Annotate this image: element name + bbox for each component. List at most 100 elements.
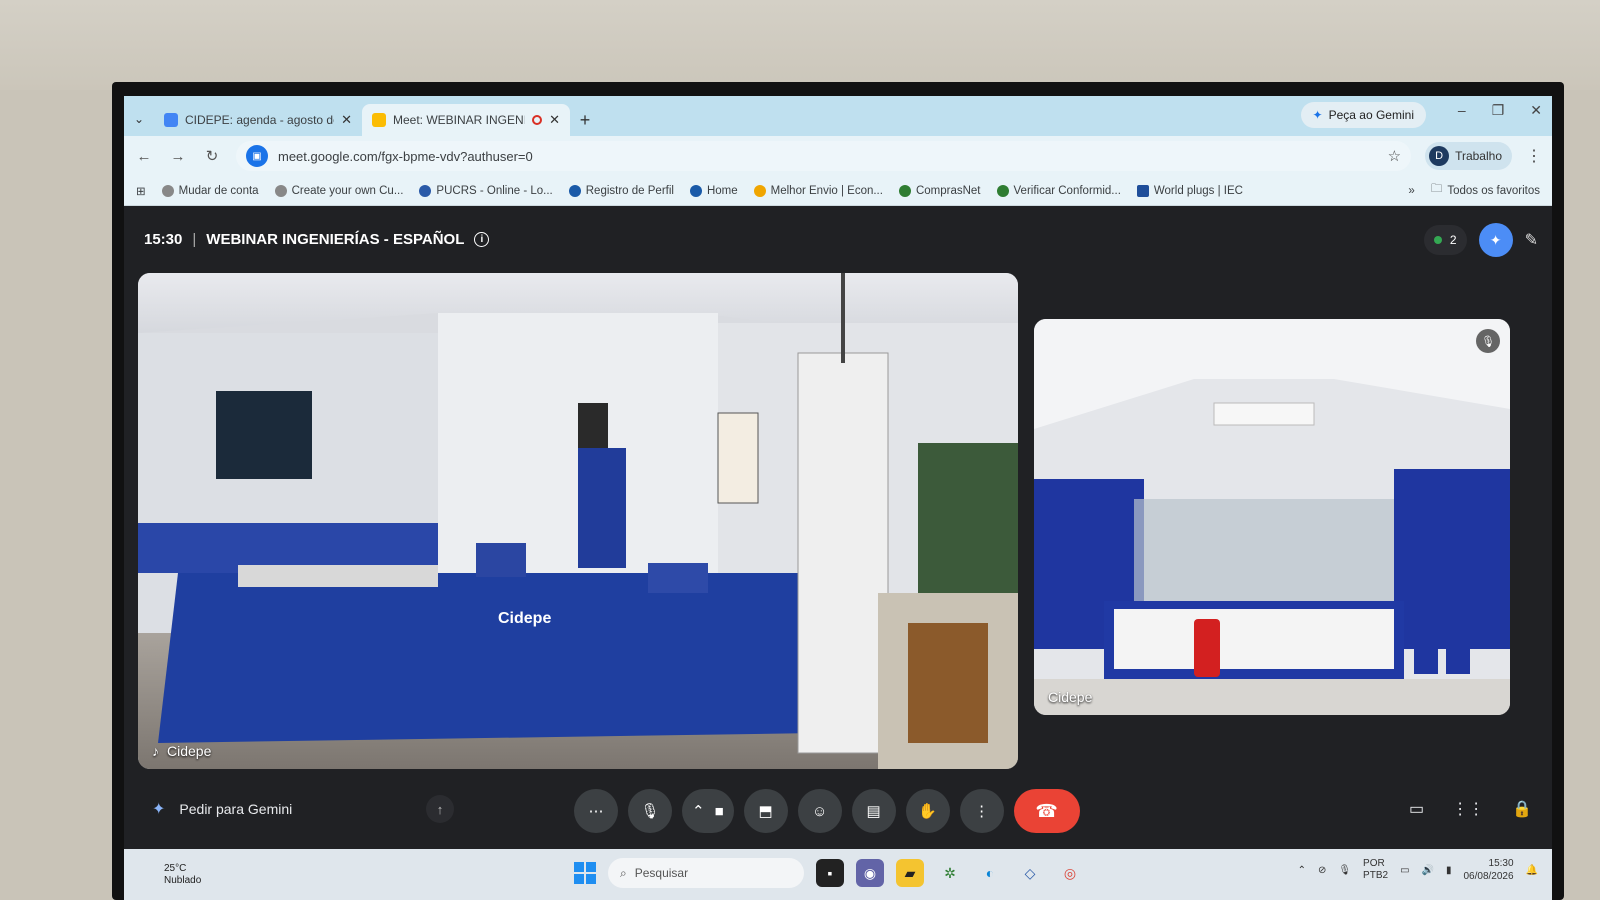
bookmark-item[interactable]: Create your own Cu... <box>274 184 403 197</box>
wind-tunnel-video-feed <box>1034 319 1510 715</box>
windows-start-icon[interactable] <box>574 862 596 884</box>
all-favorites-button[interactable]: 🗀 Todos os favoritos <box>1431 181 1540 200</box>
bookmark-item[interactable]: Home <box>689 184 738 197</box>
participant-name: Cidepe <box>167 743 212 759</box>
app-tree-icon[interactable]: ✲ <box>936 859 964 887</box>
chevron-up-icon: ⌃ <box>692 803 705 820</box>
microphone-button[interactable]: 🎙 <box>628 789 672 833</box>
folder-icon: 🗀 <box>1430 183 1443 195</box>
mic-tray-icon[interactable]: 🎙 <box>1338 865 1351 876</box>
call-controls: ⋯ 🎙 ⌃ ■ ⬒ ☺ ▤ ✋ ⋮ ☎ <box>574 789 1080 833</box>
display-icon[interactable]: ▭ <box>1400 865 1409 876</box>
back-arrow-icon[interactable]: ← <box>134 148 154 165</box>
bookmark-item[interactable]: Melhor Envio | Econ... <box>753 184 883 197</box>
taskbar-clock[interactable]: 15:30 06/08/2026 <box>1463 857 1513 883</box>
tab-search-icon[interactable]: ⌄ <box>124 102 154 136</box>
search-icon: ⌕ <box>620 865 627 880</box>
diamond-icon <box>568 184 581 197</box>
kebab-icon: ⋮ <box>974 803 990 820</box>
more-audio-options-button[interactable]: ⋯ <box>574 789 618 833</box>
bookmark-item[interactable]: Registro de Perfil <box>568 184 674 197</box>
tab-strip: ⌄ CIDEPE: agenda - agosto de 20 ✕ Meet: … <box>124 96 1552 136</box>
more-bookmarks-button[interactable]: » <box>1408 185 1414 197</box>
leave-call-button[interactable]: ☎ <box>1013 789 1080 833</box>
bookmark-item[interactable]: PUCRS - Online - Lo... <box>419 184 553 197</box>
show-hidden-icons-icon[interactable]: ⌃ <box>1298 865 1306 876</box>
bookmark-item[interactable]: Mudar de conta <box>161 184 259 197</box>
emoji-reaction-button[interactable]: ☺ <box>797 789 842 833</box>
forward-arrow-icon[interactable]: → <box>168 148 188 165</box>
bookmark-label: Home <box>706 184 738 197</box>
tab-meet-webinar[interactable]: Meet: WEBINAR INGENIERÍ ✕ <box>362 104 570 136</box>
title-separator: | <box>192 231 197 248</box>
task-view-icon[interactable]: ▪ <box>816 859 844 887</box>
participant-name: Cidepe <box>1048 689 1093 705</box>
ask-gemini-prompt[interactable]: ✦ Pedir para Gemini <box>152 799 292 819</box>
url-text: meet.google.com/fgx-bpme-vdv?authuser=0 <box>278 148 533 164</box>
browser-menu-icon[interactable]: ⋮ <box>1526 146 1542 166</box>
bookmark-item[interactable]: Verificar Conformid... <box>996 184 1121 197</box>
diamond-app-icon[interactable]: ◇ <box>1016 859 1044 887</box>
close-tab-icon[interactable]: ✕ <box>549 112 560 128</box>
meet-favicon-icon <box>372 113 386 127</box>
close-tab-icon[interactable]: ✕ <box>341 112 352 128</box>
emoji-icon: ☺ <box>811 802 828 820</box>
chat-icon[interactable]: ▭ <box>1409 799 1424 819</box>
gemini-notes-button[interactable]: ✦ <box>1478 223 1513 257</box>
ask-gemini-text: Pedir para Gemini <box>179 801 293 817</box>
ask-gemini-button[interactable]: ✦ Peça ao Gemini <box>1300 102 1426 128</box>
side-video-tile[interactable]: 🎙 Cidepe <box>1034 319 1510 715</box>
main-tile-name: ♪ Cidepe <box>152 743 211 759</box>
raise-hand-button[interactable]: ✋ <box>905 789 950 833</box>
lang-bottom: PTB2 <box>1363 870 1389 881</box>
minimize-icon[interactable]: – <box>1458 102 1466 119</box>
url-field[interactable]: ▣ meet.google.com/fgx-bpme-vdv?authuser=… <box>236 141 1412 171</box>
main-video-tile[interactable]: Cidepe ♪ Cidepe <box>138 273 1018 769</box>
activities-grid-icon[interactable]: ⋮⋮ <box>1452 799 1484 819</box>
info-icon[interactable]: i <box>474 232 490 247</box>
teams-icon[interactable]: ◉ <box>856 859 884 887</box>
hand-icon: ✋ <box>918 803 937 820</box>
volume-icon[interactable]: 🔊 <box>1422 865 1434 876</box>
taskbar-search[interactable]: ⌕ Pesquisar <box>608 858 804 888</box>
camera-icon: ■ <box>714 802 724 820</box>
network-off-icon[interactable]: ⊘ <box>1318 865 1326 876</box>
apps-grid-icon[interactable]: ⊞ <box>136 184 146 198</box>
present-screen-button[interactable]: ⬒ <box>743 789 788 833</box>
meet-area: 15:30 | WEBINAR INGENIERÍAS - ESPAÑOL i … <box>124 207 1552 900</box>
camera-button[interactable]: ⌃ ■ <box>682 789 734 833</box>
language-indicator[interactable]: POR PTB2 <box>1363 858 1388 882</box>
meeting-time: 15:30 <box>144 231 183 248</box>
tab-cidepe-agenda[interactable]: CIDEPE: agenda - agosto de 20 ✕ <box>154 104 362 136</box>
site-info-icon[interactable]: ▣ <box>246 145 268 167</box>
lab-video-feed: Cidepe <box>138 273 1018 769</box>
bookmark-star-icon[interactable]: ☆ <box>1388 147 1401 165</box>
host-controls-lock-icon[interactable]: 🔒 <box>1512 799 1532 819</box>
chrome-icon[interactable]: ◎ <box>1056 859 1084 887</box>
captions-icon: ▤ <box>866 803 881 820</box>
weather-widget[interactable]: 25°C Nublado <box>164 863 201 887</box>
profile-button[interactable]: D Trabalho <box>1425 142 1512 170</box>
bookmark-item[interactable]: World plugs | IEC <box>1136 184 1243 197</box>
close-window-icon[interactable]: ✕ <box>1530 102 1542 119</box>
microphone-icon: 🎙 <box>640 803 660 820</box>
windows-taskbar: 25°C Nublado ⌕ Pesquisar ▪ ◉ ▰ ✲ ◐ ◇ ◎ ⌃… <box>124 849 1552 900</box>
new-tab-button[interactable]: + <box>570 104 600 136</box>
bookmark-label: World plugs | IEC <box>1153 184 1243 197</box>
restore-icon[interactable]: ❐ <box>1492 102 1505 119</box>
bookmark-label: Registro de Perfil <box>585 184 674 197</box>
file-explorer-icon[interactable]: ▰ <box>896 859 924 887</box>
globe-icon <box>274 184 287 197</box>
calendar-favicon-icon <box>164 113 178 127</box>
battery-icon[interactable]: ▮ <box>1446 865 1452 876</box>
clock-time: 15:30 <box>1488 858 1514 869</box>
notification-bell-icon[interactable]: 🔔 <box>1526 865 1538 876</box>
edge-icon[interactable]: ◐ <box>976 859 1004 887</box>
send-arrow-icon[interactable]: ↑ <box>426 795 454 823</box>
bookmark-item[interactable]: ComprasNet <box>898 184 981 197</box>
edit-pen-icon[interactable]: ✎ <box>1525 230 1538 250</box>
captions-button[interactable]: ▤ <box>851 789 896 833</box>
reload-icon[interactable]: ↻ <box>202 147 222 165</box>
more-options-button[interactable]: ⋮ <box>959 789 1004 833</box>
participants-chip[interactable]: 2 <box>1423 225 1467 255</box>
